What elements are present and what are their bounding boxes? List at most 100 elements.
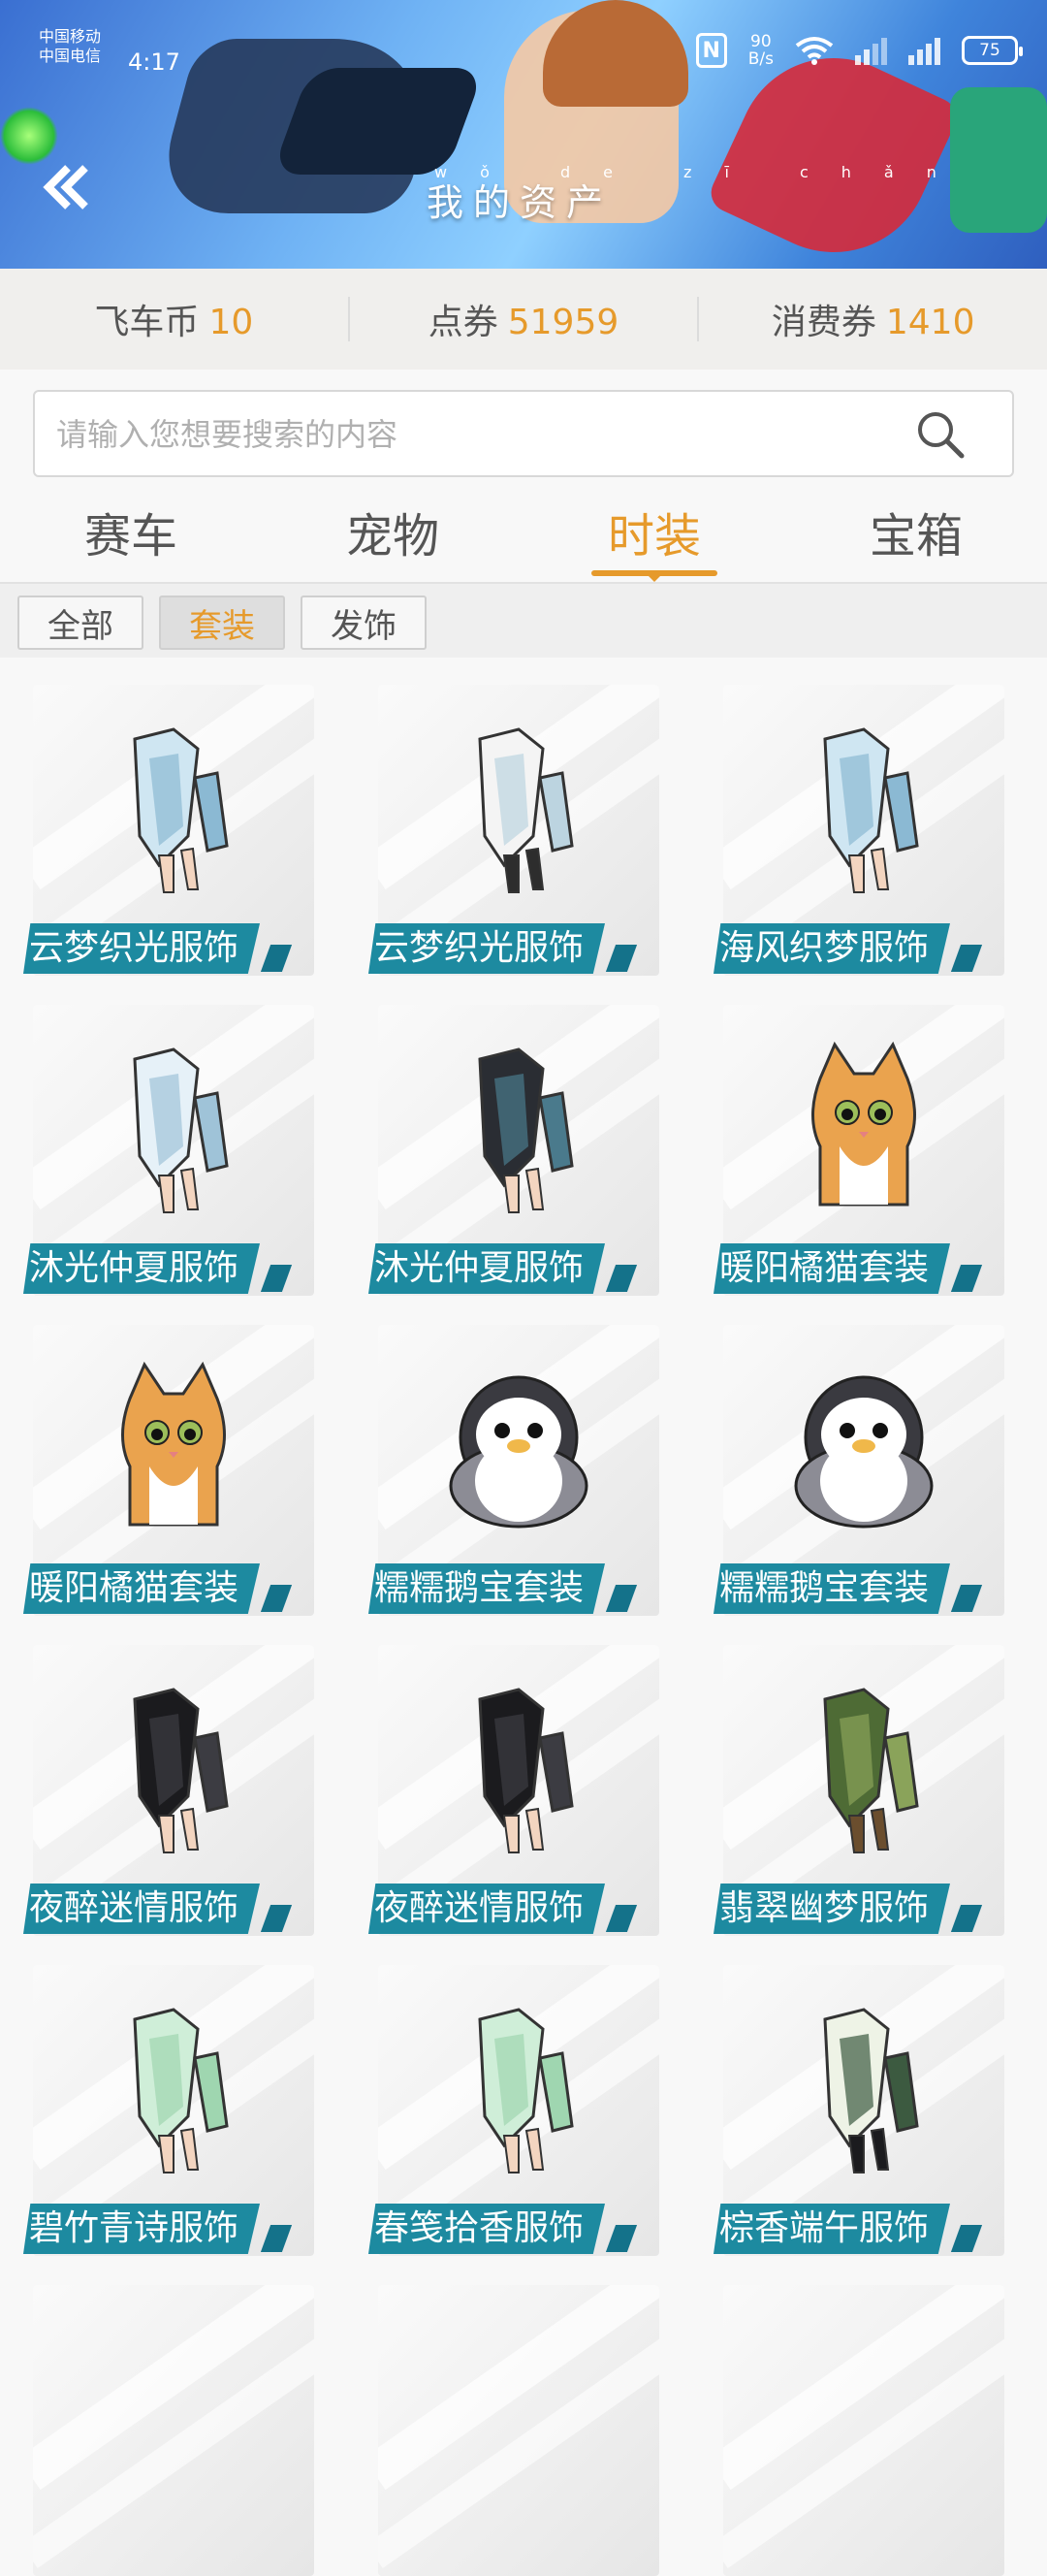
- currency-value: 51959: [507, 303, 619, 342]
- item-image: [101, 2000, 246, 2174]
- item-card[interactable]: 暖阳橘猫套装: [714, 1005, 1004, 1296]
- item-image: [791, 1040, 936, 1214]
- subtab-all[interactable]: 全部: [17, 596, 143, 650]
- currency-bar: 飞车币 10 点券 51959 消费券 1410: [0, 269, 1047, 370]
- signal-1-icon: [855, 36, 887, 65]
- item-card[interactable]: 碧竹青诗服饰: [23, 1965, 314, 2256]
- subtab-label: 发饰: [331, 606, 397, 646]
- item-image: [791, 1680, 936, 1854]
- item-card[interactable]: 云梦织光服饰: [368, 685, 659, 976]
- nfc-icon: N: [695, 33, 727, 68]
- subtab-hair[interactable]: 发饰: [301, 596, 427, 650]
- item-card[interactable]: 春笺拾香服饰: [368, 1965, 659, 2256]
- item-image: [101, 1040, 246, 1214]
- item-image: [446, 1360, 591, 1534]
- banner-robot-art: [950, 87, 1047, 233]
- status-time: 4:17: [128, 48, 180, 76]
- active-tab-caret-icon: [646, 573, 663, 582]
- item-card-background: [723, 2285, 1004, 2576]
- item-card[interactable]: 沐光仲夏服饰: [368, 1005, 659, 1296]
- tab-label: 宠物: [345, 509, 439, 564]
- carrier-2: 中国电信: [39, 47, 102, 65]
- item-image: [791, 1360, 936, 1534]
- item-name: 碧竹青诗服饰: [23, 2204, 261, 2254]
- outfit-icon: [133, 1688, 229, 1853]
- search-icon[interactable]: [915, 409, 966, 460]
- item-image: [446, 2000, 591, 2174]
- item-card-partial[interactable]: [714, 2285, 1004, 2576]
- penguin-icon: [449, 1375, 588, 1529]
- outfit-icon: [133, 727, 229, 893]
- item-name: 翡翠幽梦服饰: [714, 1884, 951, 1934]
- outfit-icon: [133, 1047, 229, 1213]
- item-name: 云梦织光服饰: [23, 923, 261, 974]
- item-name: 暖阳橘猫套装: [23, 1563, 261, 1614]
- item-card[interactable]: 翡翠幽梦服饰: [714, 1645, 1004, 1936]
- item-card[interactable]: 海风织梦服饰: [714, 685, 1004, 976]
- tab-fashion[interactable]: 时装: [524, 495, 785, 582]
- currency-value: 10: [208, 303, 254, 342]
- currency-label: 飞车币: [94, 303, 200, 342]
- outfit-icon: [478, 2008, 574, 2174]
- item-image: [101, 1680, 246, 1854]
- item-card-background: [378, 2285, 659, 2576]
- item-card-partial[interactable]: [368, 2285, 659, 2576]
- item-name: 沐光仲夏服饰: [23, 1243, 261, 1294]
- item-name: 海风织梦服饰: [714, 923, 951, 974]
- subcategory-tabs: 全部 套装 发饰: [0, 584, 1047, 658]
- currency-vouchers: 消费券 1410: [699, 294, 1047, 344]
- signal-2-icon: [908, 36, 940, 65]
- outfit-icon: [133, 2008, 229, 2174]
- item-card[interactable]: 夜醉迷情服饰: [368, 1645, 659, 1936]
- outfit-icon: [478, 727, 574, 893]
- battery-level: 75: [979, 41, 1000, 60]
- item-name: 棕香端午服饰: [714, 2204, 951, 2254]
- subtab-label: 全部: [48, 606, 113, 646]
- item-image: [446, 1680, 591, 1854]
- tab-chests[interactable]: 宝箱: [785, 495, 1047, 582]
- item-image: [791, 2000, 936, 2174]
- item-name: 夜醉迷情服饰: [23, 1884, 261, 1934]
- category-tabs: 赛车 宠物 时装 宝箱: [0, 495, 1047, 584]
- carrier-1: 中国移动: [39, 27, 102, 46]
- carrier-info: 中国移动 中国电信: [39, 27, 101, 66]
- item-card[interactable]: 夜醉迷情服饰: [23, 1645, 314, 1936]
- tab-label: 宝箱: [869, 509, 963, 564]
- search-box: [33, 390, 1014, 477]
- item-card-background: [33, 2285, 314, 2576]
- penguin-icon: [794, 1375, 934, 1529]
- item-name: 春笺拾香服饰: [368, 2204, 606, 2254]
- item-card[interactable]: 暖阳橘猫套装: [23, 1325, 314, 1616]
- item-name: 云梦织光服饰: [368, 923, 606, 974]
- item-name: 暖阳橘猫套装: [714, 1243, 951, 1294]
- tab-pets[interactable]: 宠物: [262, 495, 524, 582]
- page-title: 我的资产: [427, 181, 614, 224]
- currency-value: 1410: [885, 303, 975, 342]
- item-card[interactable]: 棕香端午服饰: [714, 1965, 1004, 2256]
- back-button[interactable]: [39, 160, 97, 218]
- currency-coins: 飞车币 10: [0, 294, 348, 344]
- outfit-icon: [823, 727, 919, 893]
- item-card-partial[interactable]: [23, 2285, 314, 2576]
- item-card[interactable]: 糯糯鹅宝套装: [368, 1325, 659, 1616]
- item-image: [791, 720, 936, 894]
- item-card[interactable]: 云梦织光服饰: [23, 685, 314, 976]
- currency-points: 点券 51959: [350, 294, 698, 344]
- tab-cars[interactable]: 赛车: [0, 495, 262, 582]
- outfit-icon: [823, 1688, 919, 1853]
- search-input[interactable]: [54, 392, 911, 477]
- subtab-label: 套装: [189, 606, 255, 646]
- item-image: [101, 720, 246, 894]
- subtab-suits[interactable]: 套装: [159, 596, 285, 650]
- item-card[interactable]: 沐光仲夏服饰: [23, 1005, 314, 1296]
- decorative-orb: [0, 107, 58, 165]
- item-image: [101, 1360, 246, 1534]
- item-image: [446, 1040, 591, 1214]
- tab-label: 时装: [607, 509, 701, 564]
- status-icons: N 90 B/s 75: [695, 33, 1023, 68]
- battery-icon: 75: [962, 36, 1023, 65]
- double-chevron-left-icon: [43, 165, 88, 209]
- wifi-icon: [795, 37, 834, 65]
- network-speed: 90 B/s: [748, 33, 774, 68]
- item-card[interactable]: 糯糯鹅宝套装: [714, 1325, 1004, 1616]
